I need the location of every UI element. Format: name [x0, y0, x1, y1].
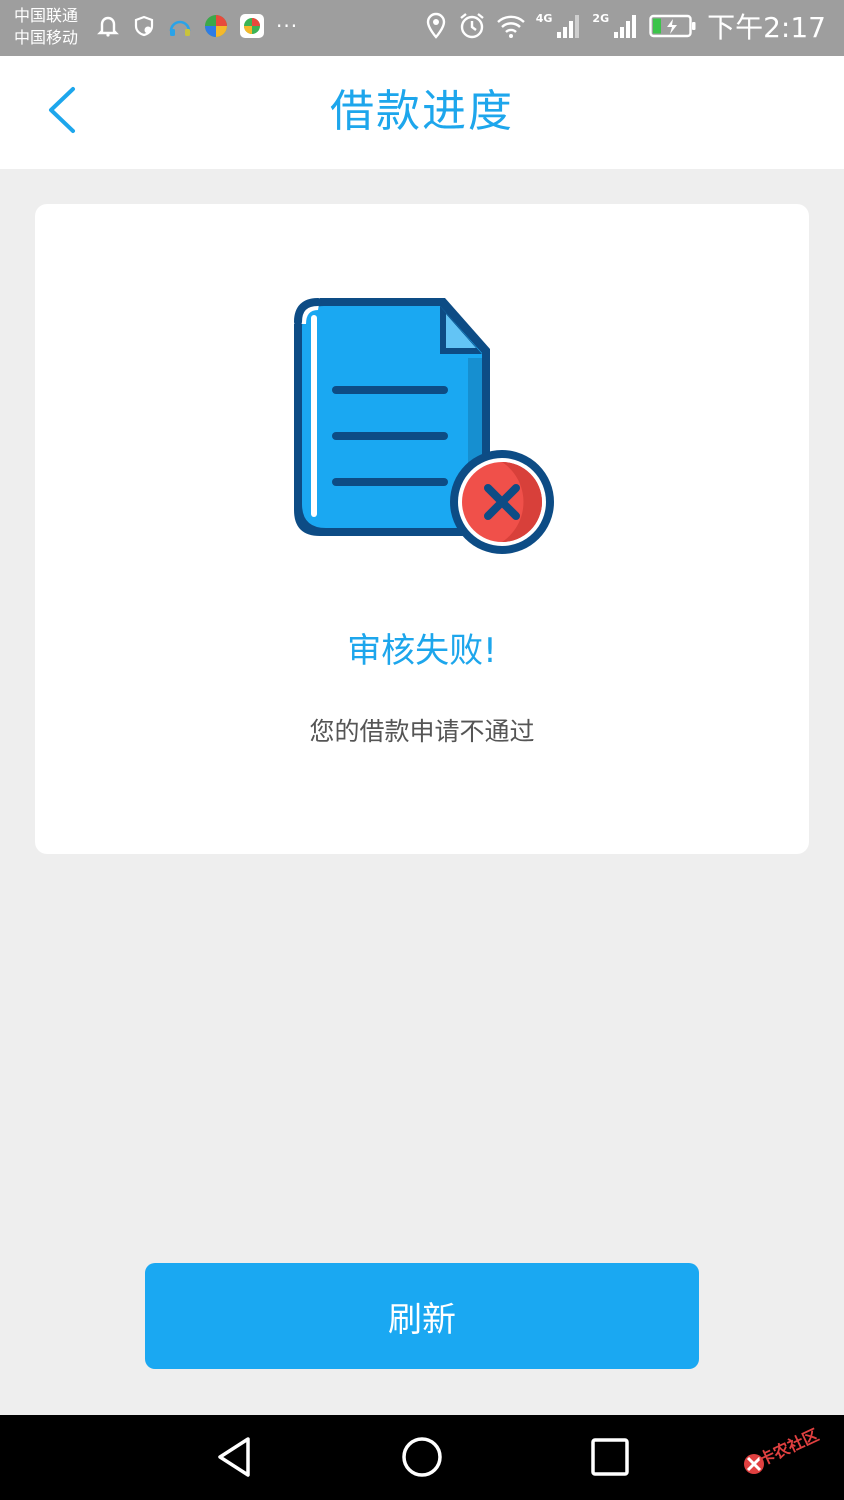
location-icon [424, 12, 448, 44]
signal-icon [556, 12, 582, 44]
network-type-1: 4G [535, 12, 553, 25]
app-icon-browser [238, 12, 266, 40]
nav-home-button[interactable] [392, 1429, 452, 1489]
more-notifications: ··· [276, 14, 299, 38]
battery-icon [649, 13, 697, 43]
wifi-icon [496, 13, 526, 43]
network-type-2: 2G [592, 12, 610, 25]
clock: 下午2:17 [707, 11, 826, 44]
document-icon [290, 294, 558, 558]
status-description: 您的借款申请不通过 [309, 717, 535, 746]
status-title: 审核失败! [347, 631, 497, 671]
navigation-bar [0, 1415, 844, 1500]
page-title: 借款进度 [330, 86, 514, 137]
carrier-2: 中国移动 [14, 28, 79, 47]
watermark-logo: 卡农社区 [738, 1406, 834, 1482]
nav-back-icon [214, 1435, 254, 1483]
refresh-button[interactable]: 刷新 [145, 1263, 699, 1369]
nav-back-button[interactable] [204, 1429, 264, 1489]
shield-icon [130, 12, 158, 40]
nav-recents-icon [590, 1437, 630, 1481]
nav-home-icon [400, 1435, 444, 1483]
status-card: 审核失败! 您的借款申请不通过 [35, 204, 809, 854]
notification-icons: ··· [94, 12, 298, 40]
header-bar: 借款进度 [0, 56, 844, 169]
carrier-1: 中国联通 [14, 6, 79, 25]
signal-icon-2 [613, 12, 639, 44]
carrier-labels: 中国联通 中国移动 [14, 5, 78, 49]
status-bar: 中国联通 中国移动 ··· 4G 2G 下午2:17 [0, 0, 844, 56]
bell-icon [94, 12, 122, 40]
app-icon-blue [166, 12, 194, 40]
nav-recents-button[interactable] [580, 1429, 640, 1489]
alarm-icon [458, 12, 486, 44]
system-status: 4G 2G 下午2:17 [424, 10, 826, 46]
app-icon-colorful [202, 12, 230, 40]
